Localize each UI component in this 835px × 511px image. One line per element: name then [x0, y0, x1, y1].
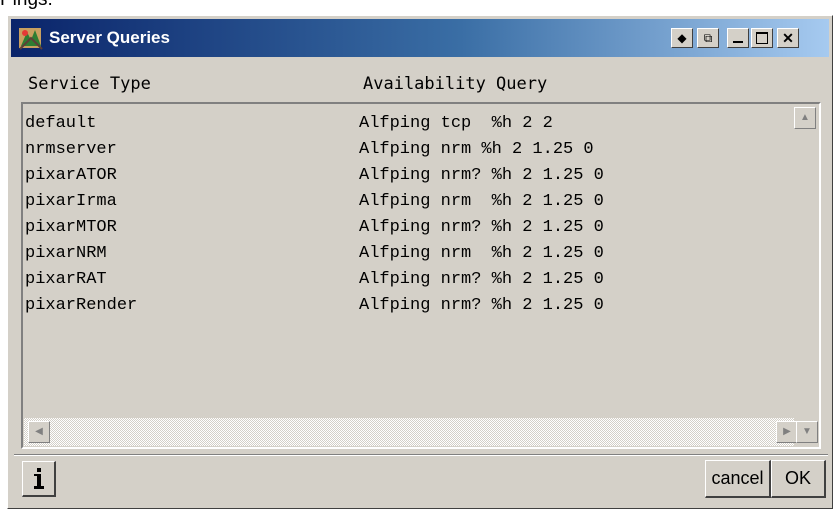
- arrow-left-icon: ◀: [35, 426, 43, 437]
- list-item[interactable]: pixarNRM Alfping nrm %h 2 1.25 0: [25, 244, 785, 270]
- availability-query-cell: Alfping nrm? %h 2 1.25 0: [359, 270, 604, 289]
- restore-icon: ⧉: [703, 31, 713, 45]
- availability-query-cell: Alfping nrm %h 2 1.25 0: [359, 140, 594, 159]
- arrow-right-icon: ▶: [783, 426, 791, 437]
- server-queries-window: Server Queries ◆ ⧉ ✕ Service Type Availa…: [7, 15, 833, 509]
- vertical-scrollbar[interactable]: ▲: [792, 105, 818, 405]
- service-type-cell: pixarMTOR: [25, 218, 117, 237]
- minimize-button[interactable]: [727, 28, 749, 48]
- service-type-cell: pixarATOR: [25, 166, 117, 185]
- close-button[interactable]: ✕: [777, 28, 799, 48]
- service-type-cell: pixarNRM: [25, 244, 107, 263]
- service-type-cell: pixarRender: [25, 296, 138, 315]
- page-caption: Pings:: [0, 0, 53, 11]
- pin-button[interactable]: ◆: [671, 28, 693, 48]
- footer-divider: [14, 454, 828, 456]
- list-item[interactable]: nrmserver Alfping nrm %h 2 1.25 0: [25, 140, 785, 166]
- restore-button[interactable]: ⧉: [697, 28, 719, 48]
- list-item[interactable]: pixarRender Alfping nrm? %h 2 1.25 0: [25, 296, 785, 322]
- column-header-availability-query[interactable]: Availability Query: [363, 74, 547, 94]
- service-type-cell: pixarIrma: [25, 192, 117, 211]
- list-item[interactable]: pixarIrma Alfping nrm %h 2 1.25 0: [25, 192, 785, 218]
- query-list[interactable]: default Alfping tcp %h 2 2 nrmserver Alfpin…: [21, 102, 821, 449]
- service-type-cell: nrmserver: [25, 140, 117, 159]
- info-icon: [33, 467, 44, 489]
- scroll-left-button[interactable]: ◀: [28, 421, 50, 443]
- info-button[interactable]: [22, 461, 56, 497]
- availability-query-cell: Alfping nrm %h 2 1.25 0: [359, 244, 604, 263]
- service-type-cell: pixarRAT: [25, 270, 107, 289]
- list-item[interactable]: default Alfping tcp %h 2 2: [25, 114, 785, 140]
- pin-icon: ◆: [677, 31, 687, 45]
- window-title: Server Queries: [49, 28, 170, 47]
- close-icon: ✕: [782, 30, 794, 46]
- arrow-up-icon: ▲: [800, 112, 810, 123]
- query-list-rows: default Alfping tcp %h 2 2 nrmserver Alfpin…: [25, 114, 785, 322]
- scroll-right-button[interactable]: ▶: [776, 421, 798, 443]
- column-header-service-type[interactable]: Service Type: [28, 74, 151, 94]
- list-item[interactable]: pixarATOR Alfping nrm? %h 2 1.25 0: [25, 166, 785, 192]
- availability-query-cell: Alfping nrm? %h 2 1.25 0: [359, 218, 604, 237]
- list-item[interactable]: pixarRAT Alfping nrm? %h 2 1.25 0: [25, 270, 785, 296]
- service-type-cell: default: [25, 114, 97, 133]
- availability-query-cell: Alfping tcp %h 2 2: [359, 114, 553, 133]
- title-bar[interactable]: Server Queries ◆ ⧉ ✕: [11, 19, 829, 57]
- availability-query-cell: Alfping nrm %h 2 1.25 0: [359, 192, 604, 211]
- availability-query-cell: Alfping nrm? %h 2 1.25 0: [359, 166, 604, 185]
- scroll-down-button[interactable]: ▼: [796, 421, 818, 443]
- minimize-icon: [733, 41, 743, 43]
- list-item[interactable]: pixarMTOR Alfping nrm? %h 2 1.25 0: [25, 218, 785, 244]
- scroll-up-button[interactable]: ▲: [794, 107, 816, 129]
- maximize-icon: [756, 32, 768, 44]
- arrow-down-icon: ▼: [802, 426, 812, 437]
- cancel-button[interactable]: cancel: [705, 460, 771, 498]
- horizontal-scrollbar[interactable]: ◀ ▶: [24, 418, 798, 446]
- maximize-button[interactable]: [751, 28, 773, 48]
- app-icon: [19, 28, 43, 50]
- availability-query-cell: Alfping nrm? %h 2 1.25 0: [359, 296, 604, 315]
- ok-button[interactable]: OK: [771, 460, 826, 498]
